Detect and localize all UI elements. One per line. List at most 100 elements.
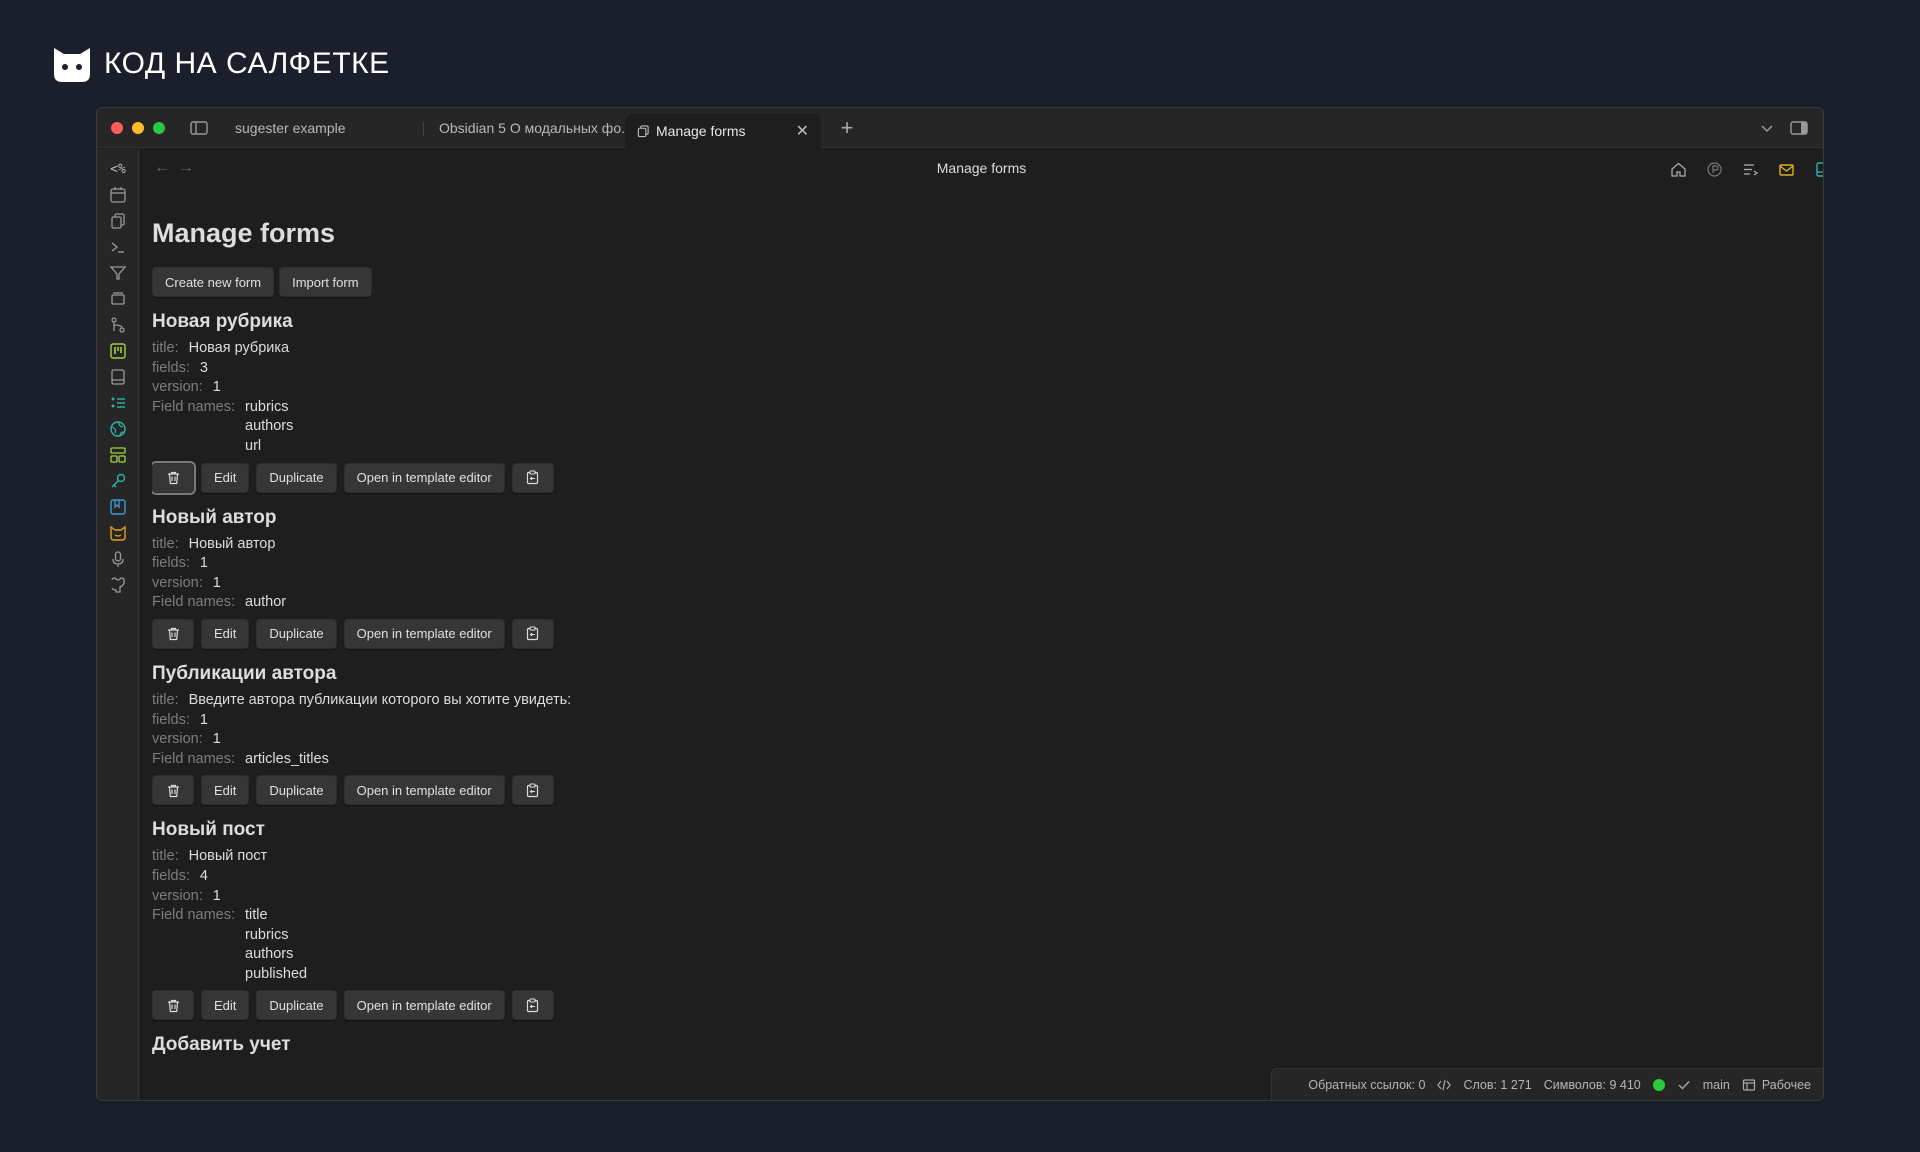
edit-form-button[interactable]: Edit bbox=[201, 618, 250, 649]
zoom-window-button[interactable] bbox=[153, 122, 165, 134]
fields-key: fields: bbox=[152, 711, 190, 728]
sync-status-icon[interactable] bbox=[1652, 1078, 1665, 1091]
form-name: Публикации автора bbox=[152, 662, 337, 684]
slides-icon[interactable] bbox=[108, 289, 128, 309]
tab-manage-forms[interactable]: Manage forms ✕ bbox=[625, 114, 821, 148]
calendar-icon[interactable] bbox=[108, 185, 128, 205]
github-icon[interactable] bbox=[108, 575, 128, 595]
mic-icon[interactable] bbox=[108, 549, 128, 569]
copy-to-clipboard-button[interactable] bbox=[511, 775, 554, 806]
delete-form-button[interactable] bbox=[152, 990, 194, 1021]
top-actions: Create new form Import form bbox=[152, 267, 1652, 297]
open-template-editor-button[interactable]: Open in template editor bbox=[343, 775, 505, 806]
book-icon[interactable] bbox=[108, 367, 128, 387]
publish-icon[interactable] bbox=[1704, 159, 1724, 179]
tab-sugester-example[interactable]: sugester example bbox=[223, 112, 423, 144]
field-names-list: rubrics authors url bbox=[245, 398, 293, 457]
title-key: title: bbox=[152, 691, 179, 708]
title-key: title: bbox=[152, 848, 179, 865]
duplicate-form-button[interactable]: Duplicate bbox=[256, 990, 337, 1021]
workspace-label: Рабочее bbox=[1761, 1077, 1811, 1092]
kanban-icon[interactable] bbox=[108, 341, 128, 361]
terminal-icon[interactable] bbox=[108, 237, 128, 257]
duplicate-form-button[interactable]: Duplicate bbox=[256, 462, 337, 493]
copy-to-clipboard-button[interactable] bbox=[511, 990, 554, 1021]
cat-logo-icon bbox=[54, 48, 90, 82]
globe-icon[interactable] bbox=[108, 419, 128, 439]
home-icon[interactable] bbox=[1668, 159, 1688, 179]
trash-icon bbox=[167, 628, 179, 641]
field-names-key: Field names: bbox=[152, 907, 236, 924]
fields-key: fields: bbox=[152, 555, 190, 572]
field-name: authors bbox=[245, 946, 294, 963]
trash-icon bbox=[167, 471, 179, 485]
form-name: Новый автор bbox=[152, 506, 277, 528]
fields-value: 1 bbox=[199, 711, 208, 728]
code-icon[interactable] bbox=[1437, 1078, 1452, 1092]
trash-icon bbox=[167, 999, 179, 1013]
field-name: rubrics bbox=[245, 398, 289, 415]
field-name: title bbox=[245, 907, 268, 924]
delete-form-button[interactable] bbox=[152, 460, 196, 495]
field-names-list: author bbox=[245, 593, 286, 613]
field-names-key: Field names: bbox=[152, 594, 236, 611]
status-bar: Обратных ссылок: 0 Слов: 1 271 Символов:… bbox=[1271, 1068, 1823, 1100]
field-name: url bbox=[245, 437, 262, 454]
view-header: ← → Manage forms bbox=[140, 149, 1823, 189]
page-title: Manage forms bbox=[152, 218, 336, 248]
bookmark-icon[interactable] bbox=[108, 497, 128, 517]
form-card: Добавить учет bbox=[152, 1032, 1652, 1058]
close-window-button[interactable] bbox=[111, 122, 123, 134]
field-names-list: articles_titles bbox=[245, 750, 329, 770]
create-new-form-button[interactable]: Create new form bbox=[152, 267, 275, 297]
minimize-window-button[interactable] bbox=[132, 122, 144, 134]
cat-icon[interactable] bbox=[108, 523, 128, 543]
edit-form-button[interactable]: Edit bbox=[201, 990, 250, 1021]
new-tab-button[interactable]: + bbox=[835, 116, 859, 140]
import-form-button[interactable]: Import form bbox=[279, 267, 372, 297]
book-green-icon[interactable] bbox=[1812, 159, 1823, 179]
manage-forms-content: Manage forms Create new form Import form… bbox=[152, 213, 1652, 1100]
version-key: version: bbox=[152, 887, 203, 904]
copy-icon bbox=[637, 124, 649, 137]
key-icon[interactable] bbox=[108, 471, 128, 491]
left-sidebar-toggle-icon[interactable] bbox=[189, 118, 209, 138]
open-template-editor-button[interactable]: Open in template editor bbox=[343, 990, 505, 1021]
tab-close-icon[interactable]: ✕ bbox=[796, 121, 809, 141]
field-name: published bbox=[245, 965, 308, 982]
backlinks-count[interactable]: Обратных ссылок: 0 bbox=[1308, 1078, 1425, 1092]
edit-form-button[interactable]: Edit bbox=[201, 775, 250, 806]
workspace-switcher[interactable]: Рабочее bbox=[1742, 1078, 1811, 1092]
edit-form-button[interactable]: Edit bbox=[201, 462, 250, 493]
git-branch[interactable]: main bbox=[1703, 1078, 1730, 1092]
form-actions: Edit Duplicate Open in template editor bbox=[152, 460, 1652, 495]
outline-icon[interactable] bbox=[1740, 159, 1760, 179]
copy-to-clipboard-button[interactable] bbox=[511, 618, 554, 649]
right-sidebar-toggle-icon[interactable] bbox=[1789, 118, 1809, 138]
field-name: rubrics bbox=[245, 926, 289, 943]
templater-icon[interactable]: <% bbox=[108, 159, 128, 179]
field-name: authors bbox=[245, 418, 294, 435]
copy-icon[interactable] bbox=[108, 211, 128, 231]
version-value: 1 bbox=[212, 574, 221, 591]
delete-form-button[interactable] bbox=[152, 618, 194, 649]
version-key: version: bbox=[152, 379, 203, 396]
fields-value: 3 bbox=[199, 359, 208, 376]
form-name: Новая рубрика bbox=[152, 311, 293, 332]
char-count: Символов: 9 410 bbox=[1543, 1077, 1641, 1092]
open-template-editor-button[interactable]: Open in template editor bbox=[343, 462, 505, 493]
filter-icon[interactable] bbox=[108, 263, 128, 283]
list-icon[interactable] bbox=[108, 393, 128, 413]
duplicate-form-button[interactable]: Duplicate bbox=[256, 775, 337, 806]
open-template-editor-button[interactable]: Open in template editor bbox=[343, 618, 505, 649]
git-icon[interactable] bbox=[108, 315, 128, 335]
delete-form-button[interactable] bbox=[152, 775, 194, 806]
layout-icon[interactable] bbox=[108, 445, 128, 465]
mail-icon[interactable] bbox=[1776, 159, 1796, 179]
copy-to-clipboard-button[interactable] bbox=[511, 462, 554, 493]
form-actions: Edit Duplicate Open in template editor bbox=[152, 990, 1652, 1021]
title-value: Новая рубрика bbox=[188, 340, 290, 356]
tab-list-chevron-icon[interactable] bbox=[1757, 118, 1777, 138]
form-meta: title: Введите автора публикации которого… bbox=[152, 691, 1652, 769]
duplicate-form-button[interactable]: Duplicate bbox=[256, 618, 337, 649]
